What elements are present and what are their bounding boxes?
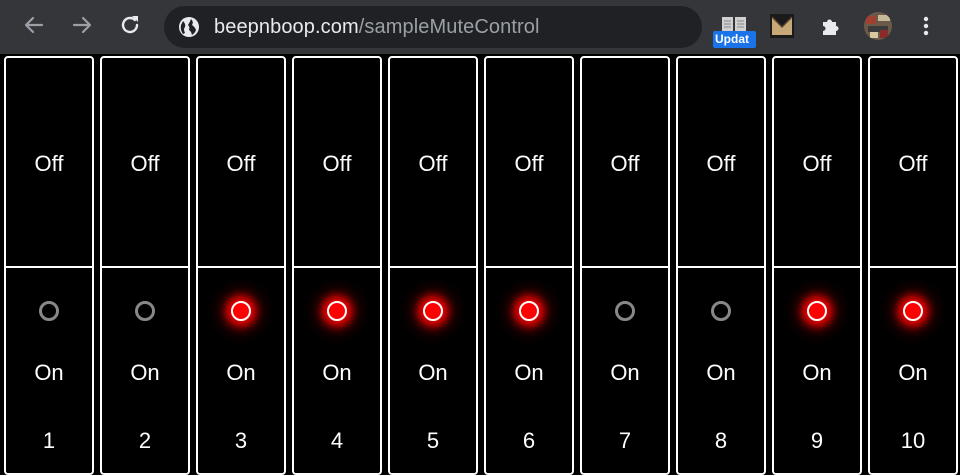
off-button[interactable]: Off (678, 58, 764, 268)
on-button[interactable]: On 10 (870, 268, 956, 473)
url-path: /sampleMuteControl (358, 16, 540, 38)
on-button[interactable]: On 5 (390, 268, 476, 473)
off-label: Off (34, 151, 64, 176)
off-label: Off (610, 151, 640, 176)
puzzle-icon (823, 19, 839, 35)
channel-strip: Off On 8 (676, 56, 766, 475)
on-label: On (34, 360, 64, 385)
on-button[interactable]: On 1 (6, 268, 92, 473)
envelope-icon (770, 14, 794, 38)
browser-menu-button[interactable] (912, 12, 940, 40)
url-text: beepnboop.com/sampleMuteControl (214, 15, 540, 39)
channel-strip: Off On 2 (100, 56, 190, 475)
led-on-indicator (807, 301, 827, 321)
forward-button[interactable] (66, 9, 98, 41)
channel-number: 3 (234, 428, 248, 453)
reload-button[interactable] (114, 9, 146, 41)
on-label: On (514, 360, 544, 385)
on-label: On (706, 360, 736, 385)
bookmark-extension-button[interactable] (768, 12, 796, 40)
channel-strip: Off On 5 (388, 56, 478, 475)
channel-number: 6 (522, 428, 536, 453)
on-button[interactable]: On 8 (678, 268, 764, 473)
off-button[interactable]: Off (870, 58, 956, 268)
on-button[interactable]: On 7 (582, 268, 668, 473)
update-badge: Updat (713, 31, 756, 48)
off-label: Off (898, 151, 928, 176)
off-label: Off (706, 151, 736, 176)
led-on-indicator (423, 301, 443, 321)
off-label: Off (802, 151, 832, 176)
off-label: Off (130, 151, 160, 176)
on-label: On (802, 360, 832, 385)
on-label: On (226, 360, 256, 385)
off-button[interactable]: Off (294, 58, 380, 268)
channel-number: 9 (810, 428, 824, 453)
off-button[interactable]: Off (390, 58, 476, 268)
led-off-indicator (615, 301, 635, 321)
url-host: beepnboop.com (214, 16, 359, 38)
channel-strip: Off On 1 (4, 56, 94, 475)
browser-toolbar: beepnboop.com/sampleMuteControl Updat (0, 0, 960, 54)
off-button[interactable]: Off (198, 58, 284, 268)
channel-strip: Off On 10 (868, 56, 958, 475)
on-button[interactable]: On 2 (102, 268, 188, 473)
led-off-indicator (39, 301, 59, 321)
off-label: Off (226, 151, 256, 176)
off-label: Off (514, 151, 544, 176)
channel-number: 8 (714, 428, 728, 453)
off-button[interactable]: Off (486, 58, 572, 268)
channel-strip: Off On 3 (196, 56, 286, 475)
arrow-right-icon (72, 16, 92, 34)
avatar-icon (864, 12, 892, 40)
off-label: Off (322, 151, 352, 176)
profile-avatar[interactable] (864, 12, 892, 40)
channel-strip: Off On 7 (580, 56, 670, 475)
off-button[interactable]: Off (6, 58, 92, 268)
off-button[interactable]: Off (102, 58, 188, 268)
channel-number: 2 (138, 428, 152, 453)
led-on-indicator (231, 301, 251, 321)
led-on-indicator (903, 301, 923, 321)
mute-control-panel: Off On 1 Off On 2 Off On 3 Off On 4 Off On 5 Off On 6 Off O… (0, 54, 960, 475)
off-button[interactable]: Off (582, 58, 668, 268)
arrow-left-icon (24, 16, 44, 34)
address-bar[interactable]: beepnboop.com/sampleMuteControl (164, 6, 702, 48)
channel-number: 5 (426, 428, 440, 453)
on-label: On (418, 360, 448, 385)
on-button[interactable]: On 6 (486, 268, 572, 473)
led-on-indicator (519, 301, 539, 321)
channel-number: 4 (330, 428, 344, 453)
on-label: On (322, 360, 352, 385)
channel-strip: Off On 9 (772, 56, 862, 475)
led-off-indicator (711, 301, 731, 321)
on-label: On (130, 360, 160, 385)
more-vert-icon (923, 16, 929, 36)
globe-icon (179, 17, 199, 37)
channel-number: 7 (618, 428, 632, 453)
channel-strip: Off On 4 (292, 56, 382, 475)
channel-strip: Off On 6 (484, 56, 574, 475)
led-on-indicator (327, 301, 347, 321)
back-button[interactable] (18, 9, 50, 41)
on-button[interactable]: On 4 (294, 268, 380, 473)
led-off-indicator (135, 301, 155, 321)
off-label: Off (418, 151, 448, 176)
on-button[interactable]: On 9 (774, 268, 860, 473)
channel-number: 1 (42, 428, 56, 453)
on-label: On (610, 360, 640, 385)
on-button[interactable]: On 3 (198, 268, 284, 473)
extensions-button[interactable] (816, 12, 844, 40)
reload-icon (121, 16, 139, 34)
on-label: On (898, 360, 928, 385)
off-button[interactable]: Off (774, 58, 860, 268)
channel-number: 10 (900, 428, 926, 453)
